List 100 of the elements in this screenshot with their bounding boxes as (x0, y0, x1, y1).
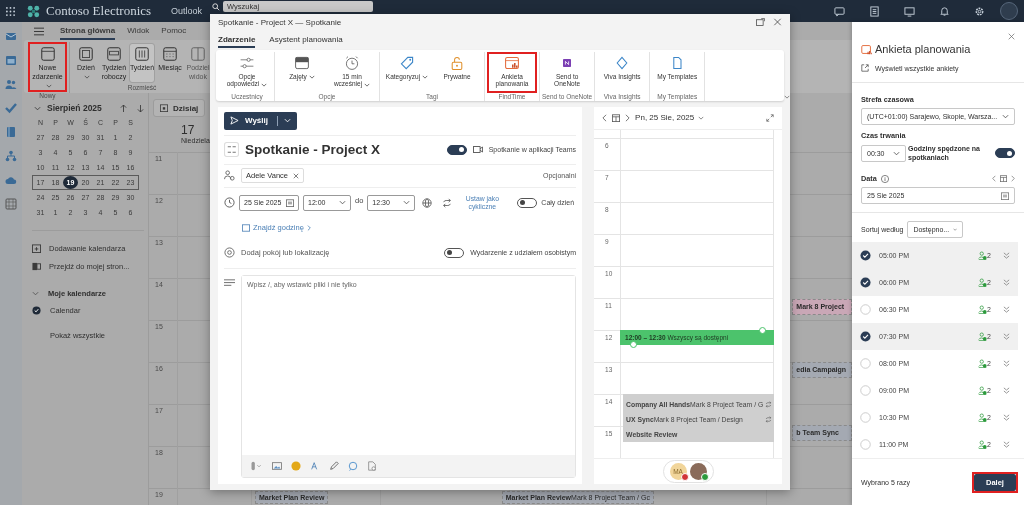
double-chevron-icon[interactable] (1003, 333, 1010, 341)
date-picker-button[interactable]: Pn, 25 Sie, 2025 (635, 113, 705, 123)
send-button[interactable]: Wyślij (224, 111, 297, 130)
expand-icon[interactable] (766, 113, 774, 122)
alarm-clock-icon (344, 55, 360, 71)
monitor-icon[interactable] (904, 5, 915, 17)
people-icon[interactable] (5, 78, 17, 90)
chevron-left-icon[interactable] (992, 175, 996, 183)
calendar-icon[interactable] (612, 113, 621, 122)
document-clock-icon[interactable] (367, 461, 377, 471)
text-format-icon[interactable] (310, 461, 320, 471)
ribbon-tab[interactable]: Widok (127, 22, 150, 40)
person-check-icon (978, 440, 988, 450)
toggle-switch[interactable] (517, 197, 538, 208)
layout-icon[interactable] (224, 142, 239, 157)
chevron-right-icon[interactable] (625, 113, 631, 122)
close-icon[interactable] (1008, 33, 1015, 40)
double-chevron-icon[interactable] (1003, 441, 1010, 449)
calendar-chart-icon (861, 43, 872, 55)
chat-bubble-icon[interactable] (348, 461, 358, 471)
chevron-icon[interactable] (784, 95, 790, 99)
checked-circle-icon[interactable] (860, 277, 871, 289)
status-icon (294, 55, 310, 71)
person-check-icon (978, 332, 988, 342)
paperclip-icon[interactable] (250, 461, 263, 471)
double-chevron-icon[interactable] (1003, 387, 1010, 395)
double-chevron-icon[interactable] (1003, 279, 1010, 287)
book-icon[interactable] (5, 126, 17, 138)
caret-icon (698, 115, 705, 120)
chevron-icon[interactable] (34, 105, 41, 111)
apps-icon[interactable] (5, 198, 17, 210)
caret-icon (308, 75, 315, 80)
chevron-right-icon (306, 223, 312, 232)
globe-icon[interactable] (422, 197, 433, 208)
app-name: Outlook (171, 6, 203, 16)
columns-icon (134, 46, 150, 62)
ribbon-tab[interactable]: Pomoc (161, 22, 187, 40)
checked-circle-icon[interactable] (860, 331, 871, 343)
image-icon[interactable] (272, 461, 282, 471)
emoji-icon[interactable] (291, 461, 301, 471)
calendar-icon (242, 223, 250, 232)
send-icon (230, 116, 239, 125)
arrow-up-icon[interactable] (120, 103, 127, 113)
person-check-icon (978, 305, 988, 315)
avatar-silhouette (689, 462, 707, 480)
tag-icon (399, 55, 415, 71)
logo-icon (27, 4, 40, 18)
repeat-icon[interactable] (442, 197, 453, 208)
resize-handle[interactable] (759, 326, 766, 334)
person-check-icon (978, 359, 988, 369)
caret-icon (1002, 114, 1009, 119)
checked-circle-icon[interactable] (32, 305, 41, 315)
checked-circle-icon[interactable] (860, 250, 871, 262)
caret-icon (84, 74, 90, 79)
toggle-switch[interactable] (446, 144, 467, 155)
chevron-icon (32, 290, 39, 296)
caret-icon (45, 83, 52, 88)
close-icon[interactable] (773, 18, 782, 26)
pen-icon[interactable] (329, 461, 339, 471)
pop-out-icon[interactable] (756, 18, 765, 26)
sliders-icon (239, 55, 255, 71)
app-launcher-icon[interactable] (6, 6, 15, 16)
day-number: 17 (181, 123, 195, 137)
caret-icon (893, 150, 900, 156)
chat-icon[interactable] (834, 5, 845, 17)
repeat-icon (765, 415, 772, 423)
double-chevron-icon[interactable] (1003, 306, 1010, 314)
close-icon[interactable] (293, 172, 299, 179)
document-icon[interactable] (869, 5, 880, 17)
caret-icon (364, 82, 371, 87)
double-chevron-icon[interactable] (1003, 252, 1010, 260)
person-check-icon (978, 413, 988, 423)
calendar-icon (1001, 191, 1009, 200)
bell-icon[interactable] (939, 5, 950, 17)
settings-icon[interactable] (974, 5, 985, 17)
chevron-left-icon[interactable] (602, 113, 608, 122)
info-icon[interactable] (880, 174, 889, 183)
today-button[interactable]: Dzisiaj (153, 99, 206, 117)
avatar[interactable] (1000, 2, 1018, 20)
calendar-icon[interactable] (1000, 175, 1007, 183)
subject-field[interactable]: Spotkanie - Project X (245, 142, 381, 157)
window-icon (39, 46, 56, 62)
padlock-icon (449, 55, 465, 71)
double-chevron-icon[interactable] (1003, 414, 1010, 422)
dialog-tab[interactable]: Asystent planowania (269, 35, 343, 48)
double-chevron-icon[interactable] (1003, 360, 1010, 368)
chevron-right-icon[interactable] (1011, 175, 1015, 183)
toggle-switch[interactable] (995, 148, 1015, 159)
org-chart-icon[interactable] (5, 150, 17, 162)
calendar-icon[interactable] (5, 54, 17, 66)
toggle-switch[interactable] (444, 247, 465, 258)
resize-handle[interactable] (630, 340, 638, 348)
arrow-down-icon[interactable] (137, 103, 144, 113)
dialog-tab[interactable]: Zdarzenie (218, 35, 256, 48)
menu-icon[interactable] (34, 26, 44, 36)
checkmark-icon[interactable] (5, 102, 17, 114)
layout-icon (190, 46, 206, 62)
mail-icon[interactable] (5, 30, 17, 42)
caret-icon (953, 227, 958, 233)
cloud-icon[interactable] (5, 174, 17, 186)
